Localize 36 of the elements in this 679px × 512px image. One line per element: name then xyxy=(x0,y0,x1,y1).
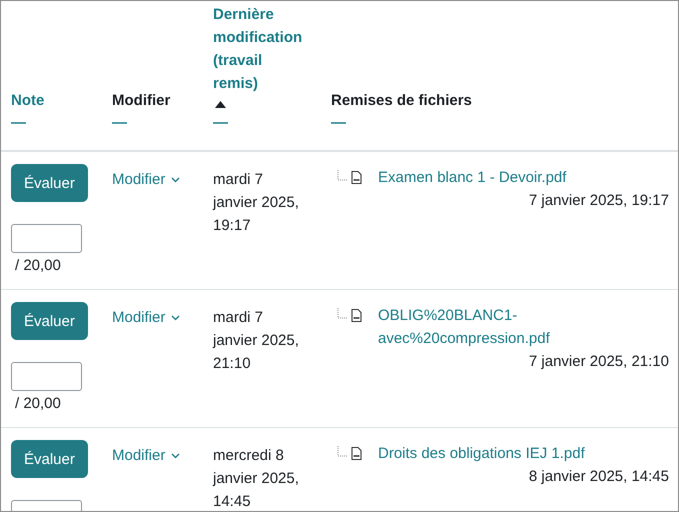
grade-button[interactable]: Évaluer xyxy=(11,164,88,202)
file-link[interactable]: Examen blanc 1 - Devoir.pdf xyxy=(378,166,566,189)
grade-input-field[interactable] xyxy=(11,224,82,253)
grade-button[interactable]: Évaluer xyxy=(11,302,88,340)
grade-button[interactable]: Évaluer xyxy=(11,440,88,478)
column-header[interactable]: Note xyxy=(11,89,104,112)
file-link[interactable]: Droits des obligations IEJ 1.pdf xyxy=(378,442,585,465)
column-header[interactable]: Dernière modification (travail remis) xyxy=(213,3,306,95)
chevron-down-icon xyxy=(171,314,180,320)
edit-menu-link[interactable]: Modifier xyxy=(112,444,180,467)
pdf-file-icon xyxy=(351,447,362,460)
modified-date: mercredi 8 janvier 2025, 14:45 xyxy=(213,446,300,511)
file-date: 8 janvier 2025, 14:45 xyxy=(528,468,669,485)
tree-connector-icon xyxy=(337,308,348,320)
file-date: 7 janvier 2025, 21:10 xyxy=(528,353,669,370)
collapse-column-toggle[interactable]: — xyxy=(112,114,127,132)
column-header: Remises de fichiers xyxy=(331,91,472,111)
chevron-down-icon xyxy=(171,452,180,458)
collapse-column-toggle[interactable]: — xyxy=(331,114,346,132)
collapse-column-toggle[interactable]: — xyxy=(213,114,228,132)
collapse-column-toggle[interactable]: — xyxy=(11,114,26,132)
modified-date: mardi 7 janvier 2025, 21:10 xyxy=(213,308,300,374)
max-grade-text: / 20,00 xyxy=(14,256,61,276)
pdf-file-icon xyxy=(351,171,362,184)
modified-date: mardi 7 janvier 2025, 19:17 xyxy=(213,170,300,236)
chevron-down-icon xyxy=(171,176,180,182)
tree-connector-icon xyxy=(337,170,348,182)
file-date: 7 janvier 2025, 19:17 xyxy=(528,192,669,209)
grade-input-field[interactable] xyxy=(11,362,82,391)
max-grade-text: / 20,00 xyxy=(14,394,61,414)
column-header: Modifier xyxy=(112,91,170,111)
pdf-file-icon xyxy=(351,309,362,322)
file-link[interactable]: OBLIG%20BLANC1-avec%20compression.pdf xyxy=(378,304,640,350)
edit-menu-link[interactable]: Modifier xyxy=(112,168,180,191)
tree-connector-icon xyxy=(337,446,348,458)
edit-menu-link[interactable]: Modifier xyxy=(112,306,180,329)
